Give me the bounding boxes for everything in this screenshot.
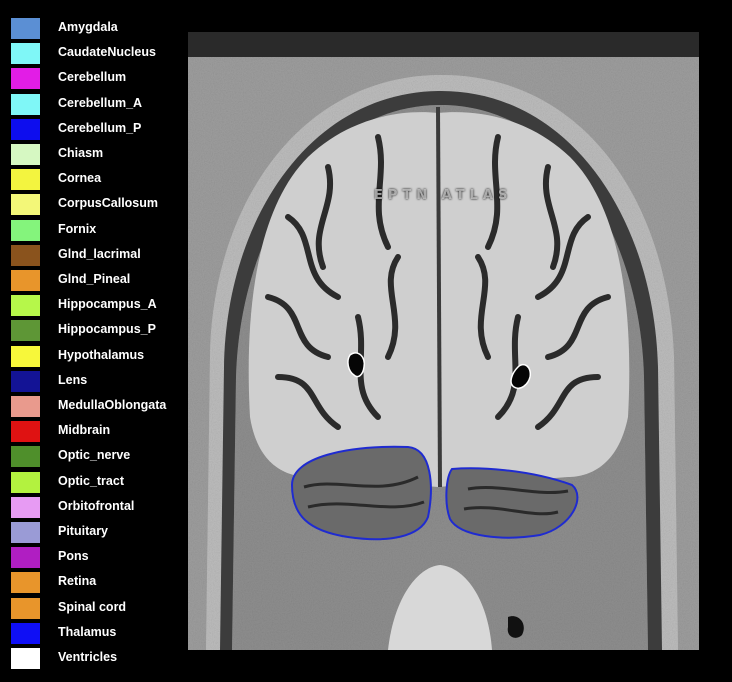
viewer-header-bar [188,32,699,57]
legend-swatch [11,93,40,115]
legend-item: Chiasm [0,140,185,165]
legend-swatch [11,421,40,443]
legend-item: Amygdala [0,14,185,39]
legend-label: Amygdala [58,20,118,34]
legend-swatch [11,547,40,569]
legend-swatch [11,572,40,594]
legend-label: Pituitary [58,524,109,538]
legend-swatch [11,496,40,518]
legend-item: Ventricles [0,644,185,669]
legend-label: Hypothalamus [58,347,145,362]
legend-swatch [11,522,40,543]
legend-label: Hippocampus_P [58,322,156,337]
legend-label: Midbrain [58,423,111,438]
legend-item: Hypothalamus [0,342,185,367]
legend-item: Fornix [0,216,185,241]
legend-item: Pons [0,543,185,569]
legend-swatch [11,320,40,342]
legend-swatch [11,244,40,266]
legend-item: Optic_tract [0,468,185,493]
legend-item: Hippocampus_P [0,316,185,342]
legend-item: Hippocampus_A [0,291,185,317]
legend-item: Retina [0,568,185,594]
legend-item: Spinal cord [0,594,185,619]
legend-label: Thalamus [58,624,117,639]
legend-label: Lens [58,372,88,387]
legend-item: Pituitary [0,518,185,543]
legend-item: CaudateNucleus [0,39,185,65]
legend-swatch [11,270,40,291]
legend-item: Lens [0,367,185,392]
legend-swatch [11,18,40,39]
legend-label: Glnd_lacrimal [58,246,141,261]
legend-label: Cerebellum_A [58,95,143,110]
legend-swatch [11,622,40,644]
legend-swatch [11,295,40,317]
legend-swatch [11,144,40,165]
legend-label: Ventricles [58,650,118,664]
mri-viewport[interactable]: EPTN ATLAS [188,57,699,650]
legend-label: Glnd_Pineal [58,272,131,286]
legend-item: Glnd_lacrimal [0,241,185,266]
legend-label: Spinal cord [58,599,127,614]
legend-item: MedullaOblongata [0,392,185,417]
image-viewer[interactable]: EPTN ATLAS [188,32,699,650]
legend-item: Thalamus [0,619,185,644]
legend-label: CaudateNucleus [58,45,156,60]
legend-label: CorpusCallosum [58,196,159,211]
legend-swatch [11,370,40,392]
legend-swatch [11,597,40,619]
legend-label: Cerebellum_P [58,120,142,135]
legend-item: Orbitofrontal [0,493,185,518]
legend-label: Pons [58,549,89,564]
legend-swatch [11,169,40,191]
legend-swatch [11,43,40,65]
legend-label: Optic_nerve [58,448,131,463]
legend-item: Optic_nerve [0,442,185,468]
legend-label: Cerebellum [58,70,127,85]
legend-swatch [11,471,40,493]
legend-item: Cerebellum [0,64,185,90]
legend-item: Cerebellum_A [0,90,185,115]
atlas-watermark: EPTN ATLAS [374,188,513,203]
legend-label: Optic_tract [58,473,124,488]
legend-item: Midbrain [0,417,185,443]
legend-item: Glnd_Pineal [0,266,185,291]
legend-swatch [11,345,40,367]
legend-item: Cerebellum_P [0,115,185,140]
legend-label: Hippocampus_A [58,297,157,312]
legend-swatch [11,446,40,468]
legend-label: Cornea [58,171,102,186]
legend-swatch [11,648,40,669]
legend-item: CorpusCallosum [0,190,185,216]
legend-label: Retina [58,574,97,589]
legend-swatch [11,68,40,90]
legend-label: Fornix [58,221,97,236]
interhemispheric-fissure [436,106,442,488]
legend-item: Cornea [0,165,185,191]
legend-label: Chiasm [58,146,104,160]
mri-coronal-slice [188,57,699,650]
legend-swatch [11,194,40,216]
legend-label: MedullaOblongata [58,398,167,412]
legend-swatch [11,219,40,241]
legend-swatch [11,396,40,417]
legend-swatch [11,118,40,140]
legend-label: Orbitofrontal [58,498,135,513]
